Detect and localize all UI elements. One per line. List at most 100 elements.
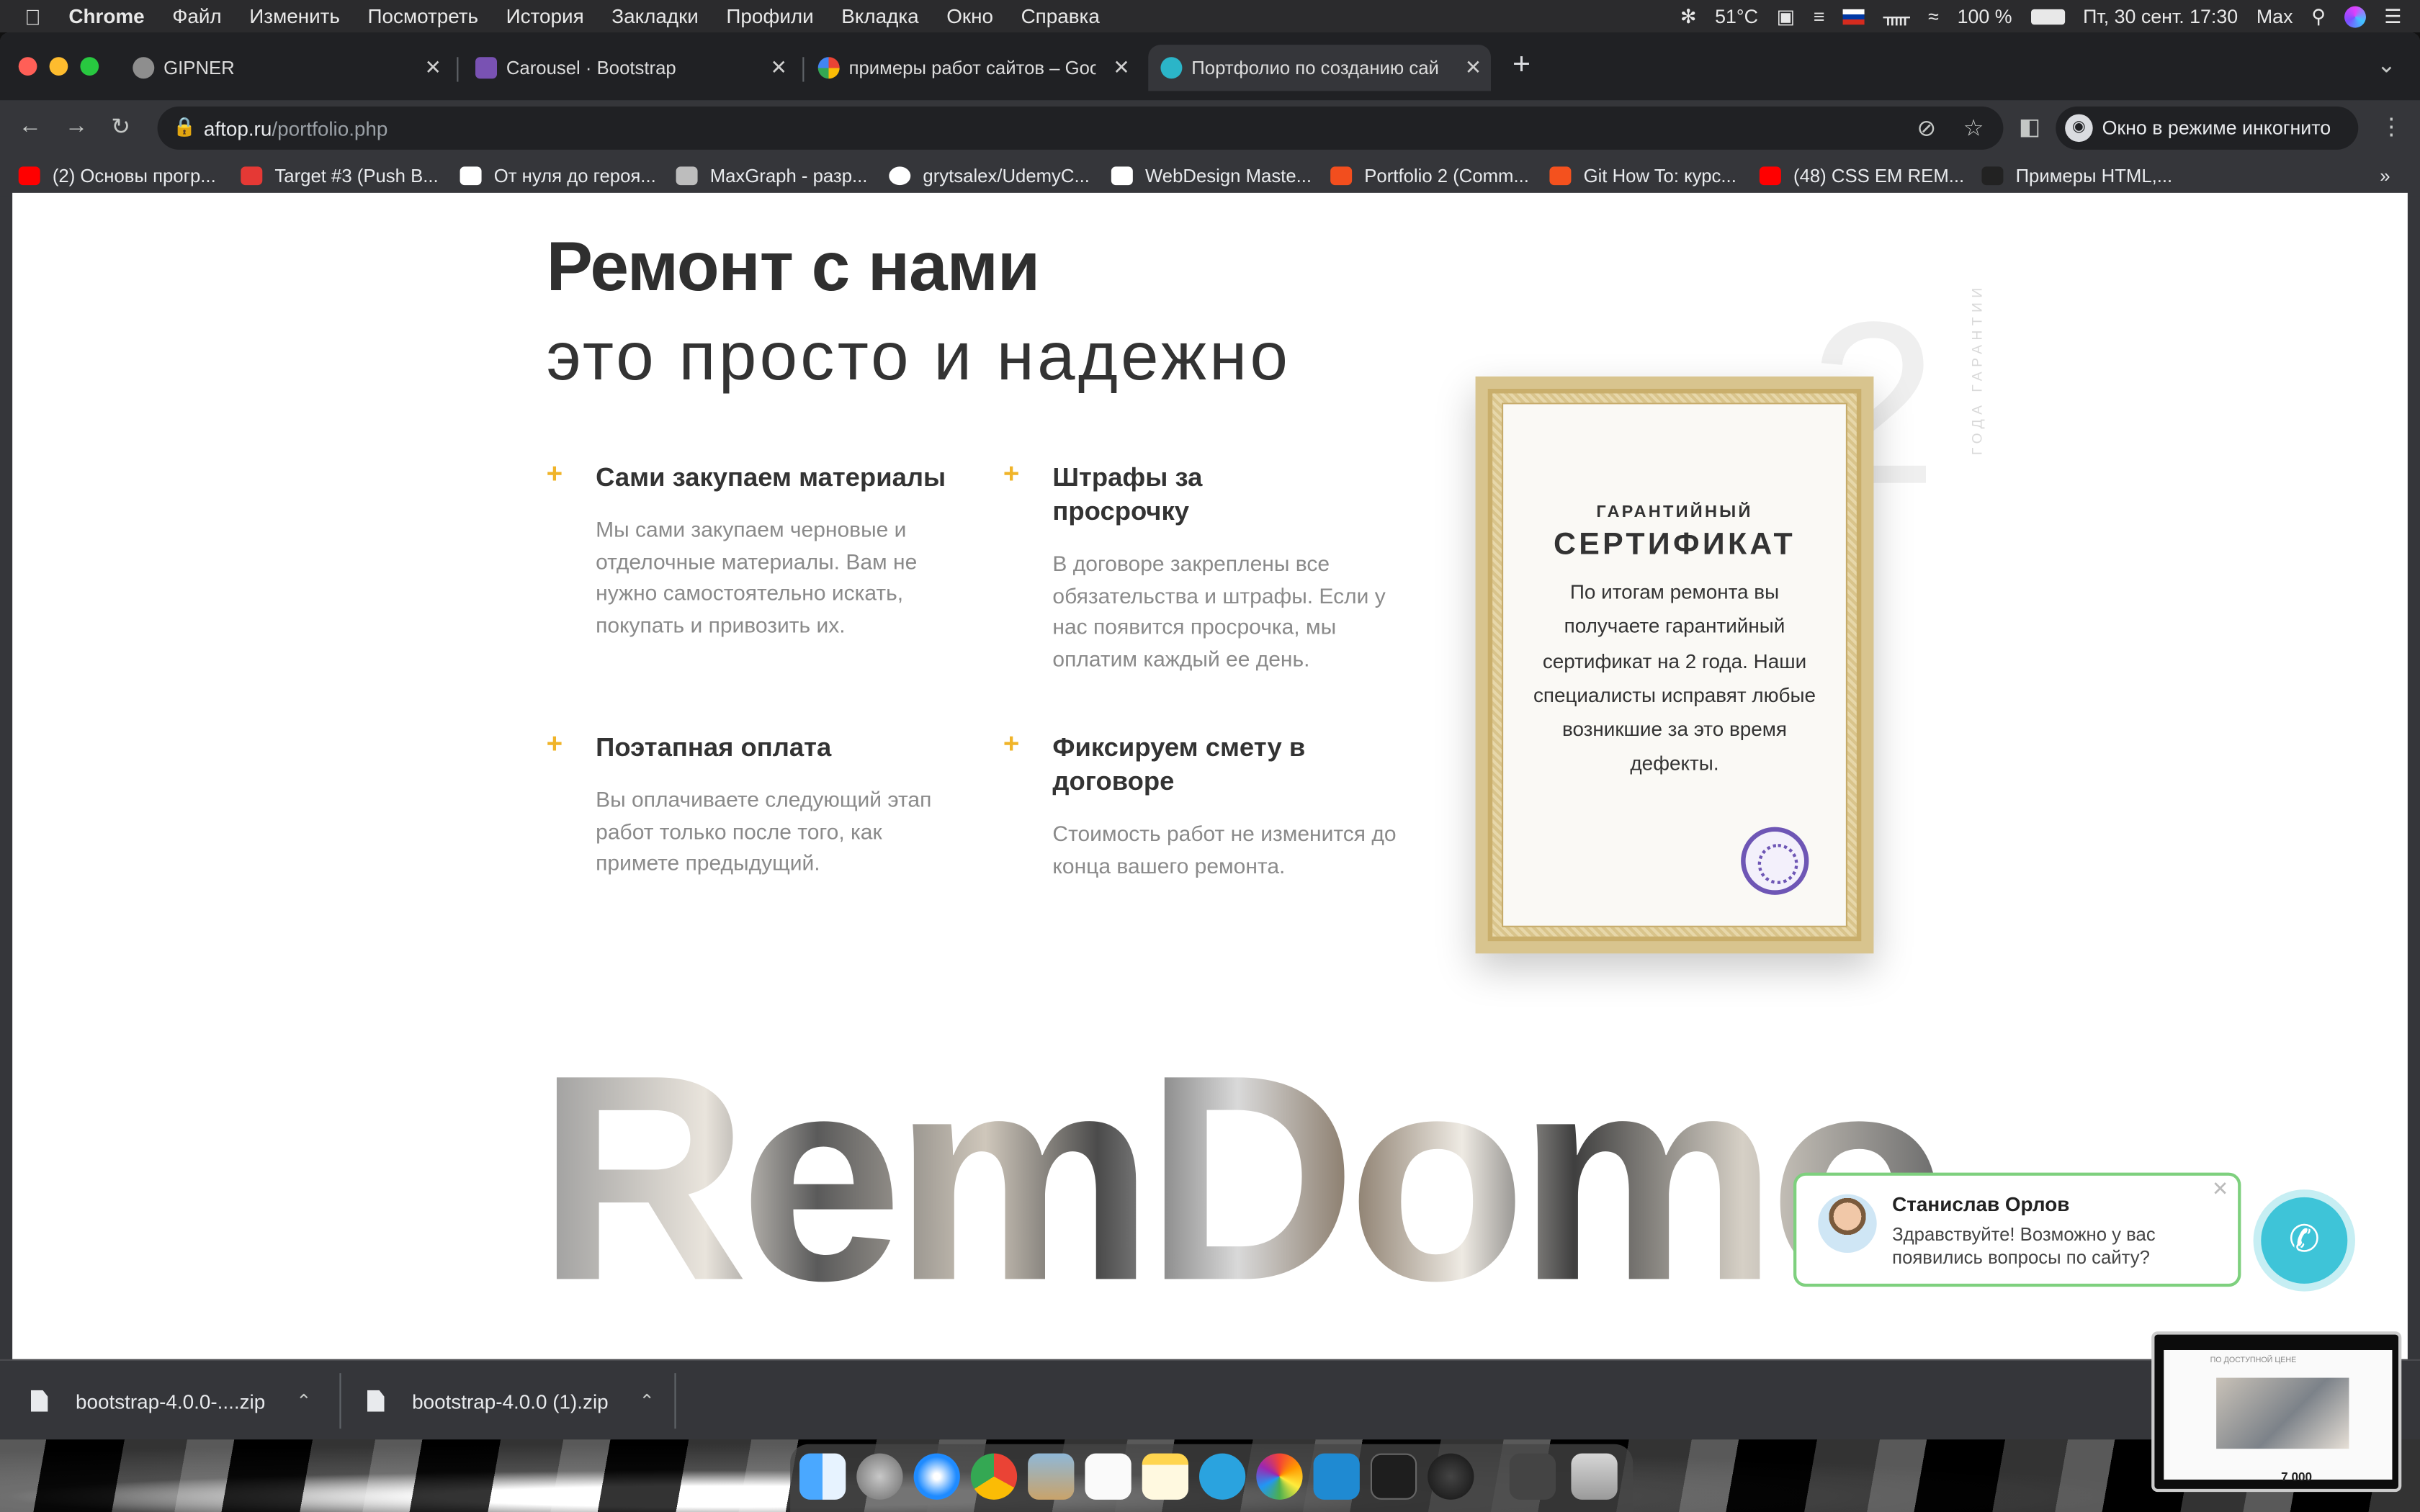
window-minimize-button[interactable]: [49, 57, 68, 76]
bluetooth-icon[interactable]: ᚅ: [1883, 4, 1910, 28]
tab-title: Портфолио по созданию сай: [1191, 57, 1439, 79]
macos-menubar:  Chrome Файл Изменить Посмотреть Истори…: [0, 0, 2420, 32]
vscode-icon[interactable]: [1313, 1453, 1360, 1500]
lock-icon[interactable]: 🔒: [173, 116, 196, 138]
window-close-button[interactable]: [18, 57, 37, 76]
menu-kebab-icon[interactable]: ⋮: [2380, 112, 2403, 140]
battery-percent[interactable]: 100 %: [1958, 6, 2012, 27]
bookmark-item[interactable]: От нуля до героя...: [460, 165, 656, 186]
bookmark-item[interactable]: WebDesign Maste...: [1111, 165, 1312, 186]
menu-view[interactable]: Посмотреть: [368, 4, 479, 27]
launchpad-icon[interactable]: [856, 1453, 903, 1500]
telegram-icon[interactable]: [1199, 1453, 1246, 1500]
back-arrow-icon[interactable]: ←: [19, 112, 42, 138]
side-panel-icon[interactable]: ◧: [2019, 112, 2040, 140]
reload-icon[interactable]: ↻: [111, 112, 130, 140]
phone-icon: ✆: [2288, 1218, 2320, 1261]
battery-icon[interactable]: [2030, 8, 2065, 24]
feature-description: Вы оплачиваете следующий этап работ толь…: [596, 786, 932, 875]
maxgraph-icon: [676, 166, 698, 186]
eagle-seal-icon: [1741, 827, 1809, 895]
menu-window[interactable]: Окно: [946, 4, 993, 27]
incognito-badge[interactable]: ◉ Окно в режиме инкогнито: [2056, 106, 2359, 150]
bookmark-item[interactable]: Target #3 (Push B...: [241, 165, 439, 186]
spotlight-search-icon[interactable]: ⚲: [2311, 4, 2326, 28]
russian-flag-icon[interactable]: [1843, 8, 1865, 24]
menubar-datetime[interactable]: Пт, 30 сент. 17:30: [2083, 6, 2238, 27]
medium-icon: [460, 166, 482, 186]
new-tab-plus-icon[interactable]: +: [1512, 48, 1531, 83]
bookmark-item[interactable]: MaxGraph - разр...: [676, 165, 867, 186]
bookmark-item[interactable]: grytsalex/UdemyC...: [889, 165, 1090, 186]
bookmark-item[interactable]: (48) CSS EM REM...: [1759, 165, 1964, 186]
close-tab-icon[interactable]: ✕: [1113, 55, 1129, 80]
webdesign-master-icon: [1111, 166, 1133, 186]
tab-google-search[interactable]: примеры работ сайтов – Goo ✕: [806, 45, 1139, 91]
bookmark-item[interactable]: Примеры HTML,...: [1981, 165, 2172, 186]
menu-tab[interactable]: Вкладка: [841, 4, 918, 27]
display-icon[interactable]: ▣: [1777, 4, 1795, 28]
feature-description: В договоре закреплены все обязательства …: [1052, 551, 1386, 671]
downloads-stack-icon[interactable]: [1509, 1453, 1556, 1500]
incognito-icon: ◉: [2065, 114, 2093, 143]
download-item[interactable]: bootstrap-4.0.0-....zip ⌃: [30, 1361, 312, 1439]
menubar-user[interactable]: Max: [2257, 6, 2293, 27]
chrome-icon[interactable]: [970, 1453, 1018, 1500]
trash-icon[interactable]: [1571, 1453, 1618, 1500]
apple-icon[interactable]: : [24, 4, 41, 28]
eye-slash-icon[interactable]: ⊘: [1917, 114, 1936, 142]
close-tab-icon[interactable]: ✕: [1465, 55, 1482, 80]
bookmark-item[interactable]: Git How To: курс...: [1549, 165, 1736, 186]
window-zoom-button[interactable]: [80, 57, 99, 76]
close-tab-icon[interactable]: ✕: [424, 55, 441, 80]
preview-icon[interactable]: [1028, 1453, 1075, 1500]
wifi-icon[interactable]: ≈: [1928, 6, 1939, 27]
tab-gipner[interactable]: GIPNER ✕: [120, 45, 451, 91]
menu-history[interactable]: История: [506, 4, 584, 27]
safari-icon[interactable]: [913, 1453, 960, 1500]
notes-icon[interactable]: [1142, 1453, 1188, 1500]
menu-bookmarks[interactable]: Закладки: [611, 4, 699, 27]
chevron-up-icon[interactable]: ⌃: [640, 1390, 655, 1412]
forward-arrow-icon[interactable]: →: [65, 112, 88, 138]
operator-avatar: [1818, 1194, 1877, 1253]
tab-portfolio-active[interactable]: Портфолио по созданию сай ✕: [1148, 45, 1491, 91]
tab-search-chevron-icon[interactable]: ⌄: [2377, 51, 2396, 78]
menu-file[interactable]: Файл: [172, 4, 222, 27]
finder-icon[interactable]: [799, 1453, 846, 1500]
menu-edit[interactable]: Изменить: [249, 4, 340, 27]
menu-profiles[interactable]: Профили: [726, 4, 813, 27]
terminal-icon[interactable]: [1370, 1453, 1417, 1500]
bookmark-star-icon[interactable]: ☆: [1963, 114, 1984, 142]
bookmark-label: WebDesign Maste...: [1145, 165, 1312, 187]
reminders-icon[interactable]: [1085, 1453, 1131, 1500]
cpu-temperature[interactable]: 51°C: [1715, 6, 1758, 27]
incognito-label: Окно в режиме инкогнито: [2102, 117, 2331, 139]
stripes-icon[interactable]: ≡: [1814, 6, 1825, 27]
screenshot-thumbnail[interactable]: ПО ДОСТУПНОЙ ЦЕНЕ 7 000: [2151, 1331, 2402, 1493]
address-bar[interactable]: 🔒 aftop.ru/portfolio.php ⊘ ☆: [157, 106, 2004, 150]
photos-icon[interactable]: [1256, 1453, 1303, 1500]
control-center-icon[interactable]: ☰: [2384, 4, 2401, 28]
tab-bootstrap-carousel[interactable]: Carousel · Bootstrap ✕: [463, 45, 797, 91]
brand-wordmark: RemDomo: [537, 1015, 1948, 1343]
menu-help[interactable]: Справка: [1021, 4, 1100, 27]
cpu-temp-icon[interactable]: ✻: [1680, 4, 1696, 28]
chat-popup[interactable]: Станислав Орлов Здравствуйте! Возможно у…: [1793, 1172, 2241, 1287]
phone-callback-button[interactable]: ✆: [2253, 1189, 2355, 1292]
bookmark-item[interactable]: (2) Основы прогр...: [18, 165, 216, 186]
siri-icon[interactable]: [2344, 5, 2366, 27]
feature-title: Сами закупаем материалы: [596, 462, 946, 492]
bookmark-item[interactable]: Portfolio 2 (Comm...: [1330, 165, 1529, 186]
close-tab-icon[interactable]: ✕: [770, 55, 786, 80]
bookmarks-overflow-icon[interactable]: »: [2380, 165, 2390, 186]
feature-item: + Штрафы за просрочку В договоре закрепл…: [1003, 458, 1422, 675]
close-chat-icon[interactable]: ✕: [2212, 1177, 2228, 1202]
bookmark-label: Примеры HTML,...: [2015, 165, 2173, 187]
menubar-app-name[interactable]: Chrome: [68, 4, 144, 27]
download-separator: [674, 1373, 676, 1429]
download-item[interactable]: bootstrap-4.0.0 (1).zip ⌃: [367, 1361, 655, 1439]
url-path: /portfolio.php: [272, 116, 388, 140]
activity-gauge-icon[interactable]: [1428, 1453, 1474, 1500]
chevron-up-icon[interactable]: ⌃: [296, 1390, 312, 1412]
